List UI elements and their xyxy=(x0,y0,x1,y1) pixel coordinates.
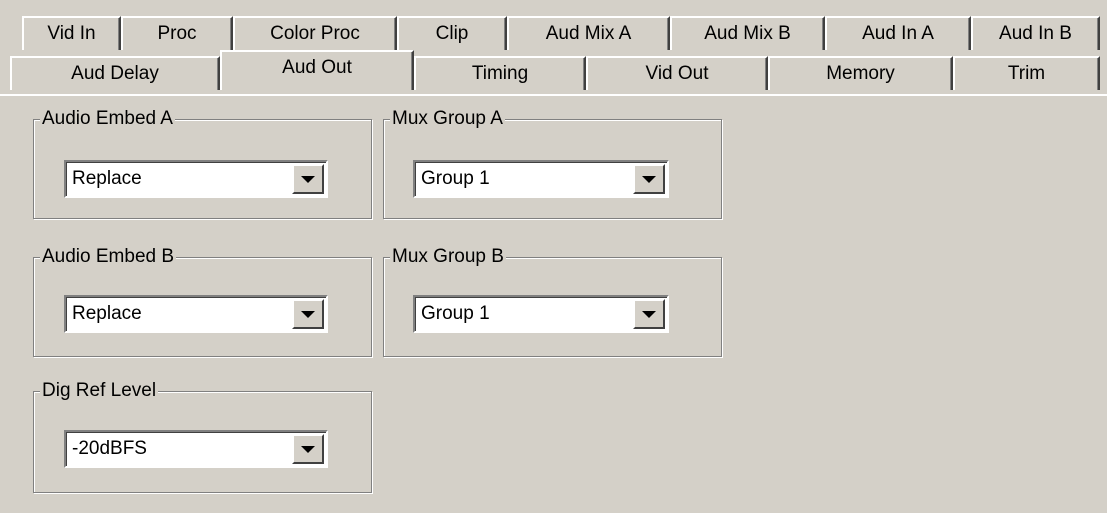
chevron-down-icon xyxy=(642,176,656,183)
mux-group-b-dropdown-button[interactable] xyxy=(633,299,665,329)
audio-embed-b-title: Audio Embed B xyxy=(40,245,177,269)
tab-aud-out[interactable]: Aud Out xyxy=(220,50,414,90)
mux-group-b-select[interactable]: Group 1 xyxy=(413,295,669,333)
dig-ref-level-value: -20dBFS xyxy=(72,438,147,459)
chevron-down-icon xyxy=(301,311,315,318)
audio-embed-b-group: Audio Embed B Replace xyxy=(33,245,372,357)
tab-aud-mix-a[interactable]: Aud Mix A xyxy=(507,16,670,50)
audio-embed-a-group: Audio Embed A Replace xyxy=(33,107,372,219)
audio-embed-a-title: Audio Embed A xyxy=(40,107,175,131)
dig-ref-level-dropdown-button[interactable] xyxy=(292,434,324,464)
tab-aud-in-b[interactable]: Aud In B xyxy=(971,16,1100,50)
dig-ref-level-title: Dig Ref Level xyxy=(40,379,159,403)
tab-timing[interactable]: Timing xyxy=(414,56,586,90)
mux-group-b-title: Mux Group B xyxy=(390,245,506,269)
chevron-down-icon xyxy=(301,446,315,453)
mux-group-a-dropdown-button[interactable] xyxy=(633,164,665,194)
tab-clip[interactable]: Clip xyxy=(397,16,507,50)
chevron-down-icon xyxy=(301,176,315,183)
tab-panel-border xyxy=(0,94,1107,96)
tab-aud-mix-b[interactable]: Aud Mix B xyxy=(670,16,825,50)
mux-group-b-value: Group 1 xyxy=(421,303,490,324)
tab-proc[interactable]: Proc xyxy=(121,16,233,50)
mux-group-a-value: Group 1 xyxy=(421,168,490,189)
audio-embed-a-select[interactable]: Replace xyxy=(64,160,328,198)
audio-embed-a-dropdown-button[interactable] xyxy=(292,164,324,194)
tab-color-proc[interactable]: Color Proc xyxy=(233,16,397,50)
dig-ref-level-select[interactable]: -20dBFS xyxy=(64,430,328,468)
mux-group-b-group: Mux Group B Group 1 xyxy=(383,245,722,357)
mux-group-a-group: Mux Group A Group 1 xyxy=(383,107,722,219)
tab-aud-in-a[interactable]: Aud In A xyxy=(825,16,971,50)
tab-vid-out[interactable]: Vid Out xyxy=(586,56,768,90)
audio-embed-b-value: Replace xyxy=(72,303,142,324)
audio-embed-b-dropdown-button[interactable] xyxy=(292,299,324,329)
audio-embed-b-select[interactable]: Replace xyxy=(64,295,328,333)
tab-trim[interactable]: Trim xyxy=(953,56,1100,90)
chevron-down-icon xyxy=(642,311,656,318)
audio-embed-a-value: Replace xyxy=(72,168,142,189)
mux-group-a-select[interactable]: Group 1 xyxy=(413,160,669,198)
tab-memory[interactable]: Memory xyxy=(768,56,953,90)
tab-aud-delay[interactable]: Aud Delay xyxy=(10,56,220,90)
dig-ref-level-group: Dig Ref Level -20dBFS xyxy=(33,379,372,493)
mux-group-a-title: Mux Group A xyxy=(390,107,505,131)
tab-vid-in[interactable]: Vid In xyxy=(22,16,121,50)
